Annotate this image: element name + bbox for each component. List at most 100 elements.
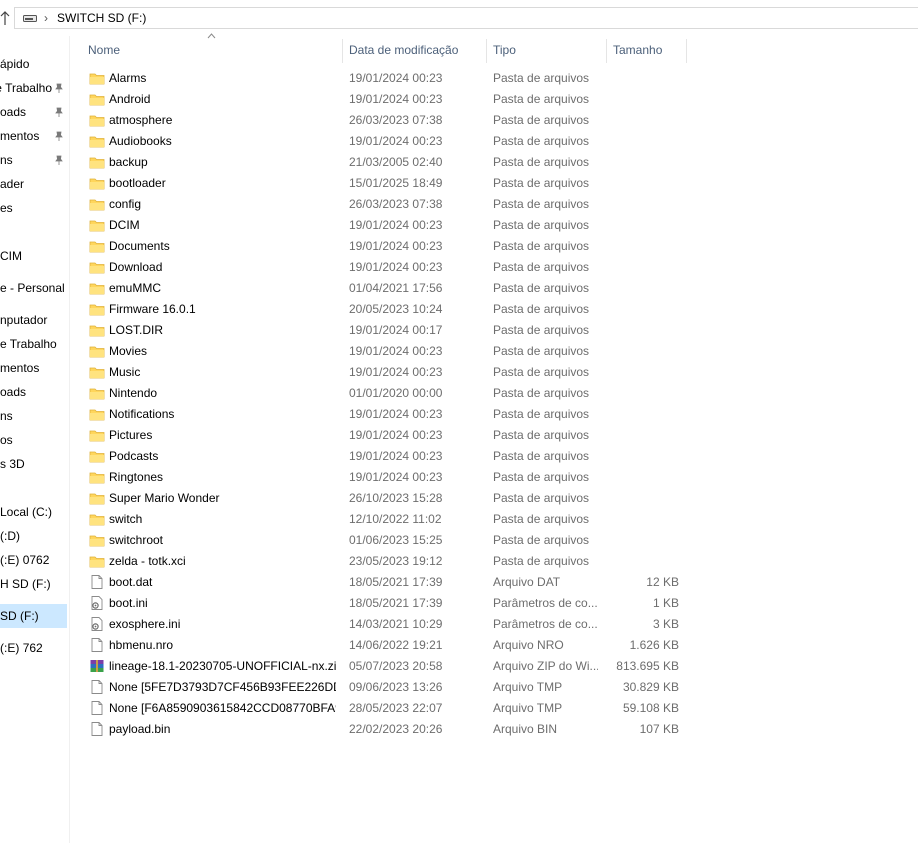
address-bar[interactable]: › SWITCH SD (F:) [14, 7, 918, 29]
column-header-date[interactable]: Data de modificação [349, 40, 458, 60]
file-type: Pasta de arquivos [493, 407, 590, 421]
sidebar-item[interactable]: oads [0, 100, 67, 124]
sidebar-item[interactable]: ader [0, 172, 67, 196]
sidebar-item[interactable]: mentos [0, 356, 67, 380]
file-row[interactable]: Alarms 19/01/2024 00:23 Pasta de arquivos [82, 68, 682, 89]
file-name: zelda - totk.xci [109, 554, 186, 568]
file-row[interactable]: backup 21/03/2005 02:40 Pasta de arquivos [82, 152, 682, 173]
file-row[interactable]: hbmenu.nro 14/06/2022 19:21 Arquivo NRO 1.6… [82, 635, 682, 656]
sidebar-item[interactable]: mentos [0, 124, 67, 148]
file-type: Pasta de arquivos [493, 365, 590, 379]
pin-icon[interactable] [53, 100, 65, 124]
file-row[interactable]: Documents 19/01/2024 00:23 Pasta de arquiv… [82, 236, 682, 257]
sidebar-item[interactable]: ápido [0, 52, 67, 76]
column-header-name[interactable]: Nome [88, 40, 120, 60]
sidebar-item-label: H SD (F:) [0, 577, 51, 591]
file-row[interactable]: Music 19/01/2024 00:23 Pasta de arquivos [82, 362, 682, 383]
file-row[interactable]: Movies 19/01/2024 00:23 Pasta de arquivos [82, 341, 682, 362]
folder-icon [89, 325, 105, 337]
file-row[interactable]: bootloader 15/01/2025 18:49 Pasta de arqui… [82, 173, 682, 194]
file-name: boot.ini [109, 596, 148, 610]
column-divider[interactable] [686, 39, 687, 63]
pin-icon[interactable] [53, 148, 65, 172]
breadcrumb-current[interactable]: SWITCH SD (F:) [57, 11, 146, 25]
sidebar-item-label: es [0, 201, 13, 215]
file-date-modified: 19/01/2024 00:23 [349, 407, 443, 421]
file-row[interactable]: None [F6A8590903615842CCD08770BFA9... 28/… [82, 698, 682, 719]
sidebar-item[interactable] [0, 220, 67, 244]
sidebar-item-label: e Trabalho [0, 81, 52, 95]
breadcrumb-chevron-icon[interactable]: › [44, 11, 48, 25]
sidebar-item[interactable]: os [0, 428, 67, 452]
column-divider[interactable] [606, 39, 607, 63]
file-row[interactable]: Firmware 16.0.1 20/05/2023 10:24 Pasta de … [82, 299, 682, 320]
file-row[interactable]: exosphere.ini 14/03/2021 10:29 Parâmetros … [82, 614, 682, 635]
file-type: Pasta de arquivos [493, 344, 590, 358]
file-row[interactable]: Super Mario Wonder 26/10/2023 15:28 Pasta … [82, 488, 682, 509]
column-divider[interactable] [486, 39, 487, 63]
sidebar-item[interactable] [0, 476, 67, 500]
folder-icon [89, 199, 105, 211]
pin-icon[interactable] [53, 124, 65, 148]
file-row[interactable]: Notifications 19/01/2024 00:23 Pasta de ar… [82, 404, 682, 425]
sidebar-item[interactable]: Local (C:) [0, 500, 67, 524]
sidebar-item[interactable]: s 3D [0, 452, 67, 476]
file-row[interactable]: Audiobooks 19/01/2024 00:23 Pasta de arqui… [82, 131, 682, 152]
up-arrow-icon[interactable] [0, 10, 10, 26]
sidebar-item[interactable]: ns [0, 148, 67, 172]
column-header-type[interactable]: Tipo [493, 40, 516, 60]
folder-icon [89, 241, 105, 253]
file-row[interactable]: switchroot 01/06/2023 15:25 Pasta de arqui… [82, 530, 682, 551]
sidebar-item-label: e Trabalho [0, 337, 57, 351]
file-row[interactable]: config 26/03/2023 07:38 Pasta de arquivos [82, 194, 682, 215]
column-divider[interactable] [342, 39, 343, 63]
file-row[interactable]: Ringtones 19/01/2024 00:23 Pasta de arquiv… [82, 467, 682, 488]
pin-icon[interactable] [53, 76, 65, 100]
file-row[interactable]: emuMMC 01/04/2021 17:56 Pasta de arquivos [82, 278, 682, 299]
sidebar-item[interactable]: SD (F:) [0, 604, 67, 628]
file-row[interactable]: lineage-18.1-20230705-UNOFFICIAL-nx.zip 0… [82, 656, 682, 677]
file-row[interactable]: None [5FE7D3793D7CF456B93FEE226DD8... 09/… [82, 677, 682, 698]
file-date-modified: 19/01/2024 00:23 [349, 344, 443, 358]
file-row[interactable]: Download 19/01/2024 00:23 Pasta de arquivo… [82, 257, 682, 278]
file-row[interactable]: boot.dat 18/05/2021 17:39 Arquivo DAT 12 KB [82, 572, 682, 593]
file-row[interactable]: Nintendo 01/01/2020 00:00 Pasta de arquivo… [82, 383, 682, 404]
column-header-size[interactable]: Tamanho [613, 40, 662, 60]
sidebar-item[interactable]: CIM [0, 244, 67, 268]
file-name: boot.dat [109, 575, 153, 589]
sidebar-item[interactable]: nputador [0, 308, 67, 332]
sidebar-item[interactable]: es [0, 196, 67, 220]
sidebar-item[interactable]: (D:) [0, 524, 67, 548]
file-row[interactable]: Podcasts 19/01/2024 00:23 Pasta de arquivo… [82, 446, 682, 467]
file-row[interactable]: switch 12/10/2022 11:02 Pasta de arquivos [82, 509, 682, 530]
sidebar-item[interactable]: e - Personal [0, 276, 67, 300]
folder-icon [89, 367, 105, 379]
sidebar-item[interactable]: H SD (F:) [0, 572, 67, 596]
sidebar-item[interactable]: oads [0, 380, 67, 404]
sidebar-item[interactable]: e Trabalho [0, 76, 67, 100]
file-type: Arquivo BIN [493, 722, 558, 736]
sidebar-item-label: CIM [0, 249, 22, 263]
file-type: Pasta de arquivos [493, 491, 590, 505]
sidebar-item[interactable]: 762 (E:) [0, 636, 67, 660]
sidebar-item[interactable]: ns [0, 404, 67, 428]
file-row[interactable]: Pictures 19/01/2024 00:23 Pasta de arquivo… [82, 425, 682, 446]
file-row[interactable]: atmosphere 26/03/2023 07:38 Pasta de arqui… [82, 110, 682, 131]
file-row[interactable]: Android 19/01/2024 00:23 Pasta de arquivos [82, 89, 682, 110]
file-row[interactable]: LOST.DIR 19/01/2024 00:17 Pasta de arquivo… [82, 320, 682, 341]
file-type: Arquivo TMP [493, 701, 563, 715]
file-name: payload.bin [109, 722, 171, 736]
folder-icon [89, 472, 105, 484]
file-type: Arquivo TMP [493, 680, 563, 694]
file-row[interactable]: boot.ini 18/05/2021 17:39 Parâmetros de co… [82, 593, 682, 614]
file-type: Pasta de arquivos [493, 260, 590, 274]
file-row[interactable]: zelda - totk.xci 23/05/2023 19:12 Pasta de… [82, 551, 682, 572]
file-date-modified: 19/01/2024 00:17 [349, 323, 443, 337]
file-icon [91, 722, 103, 736]
sidebar-item[interactable]: e Trabalho [0, 332, 67, 356]
folder-icon [89, 514, 105, 526]
file-row[interactable]: payload.bin 22/02/2023 20:26 Arquivo BIN 10… [82, 719, 682, 740]
sidebar-item[interactable]: 0762 (E:) [0, 548, 67, 572]
file-row[interactable]: DCIM 19/01/2024 00:23 Pasta de arquivos [82, 215, 682, 236]
folder-icon [89, 556, 105, 568]
